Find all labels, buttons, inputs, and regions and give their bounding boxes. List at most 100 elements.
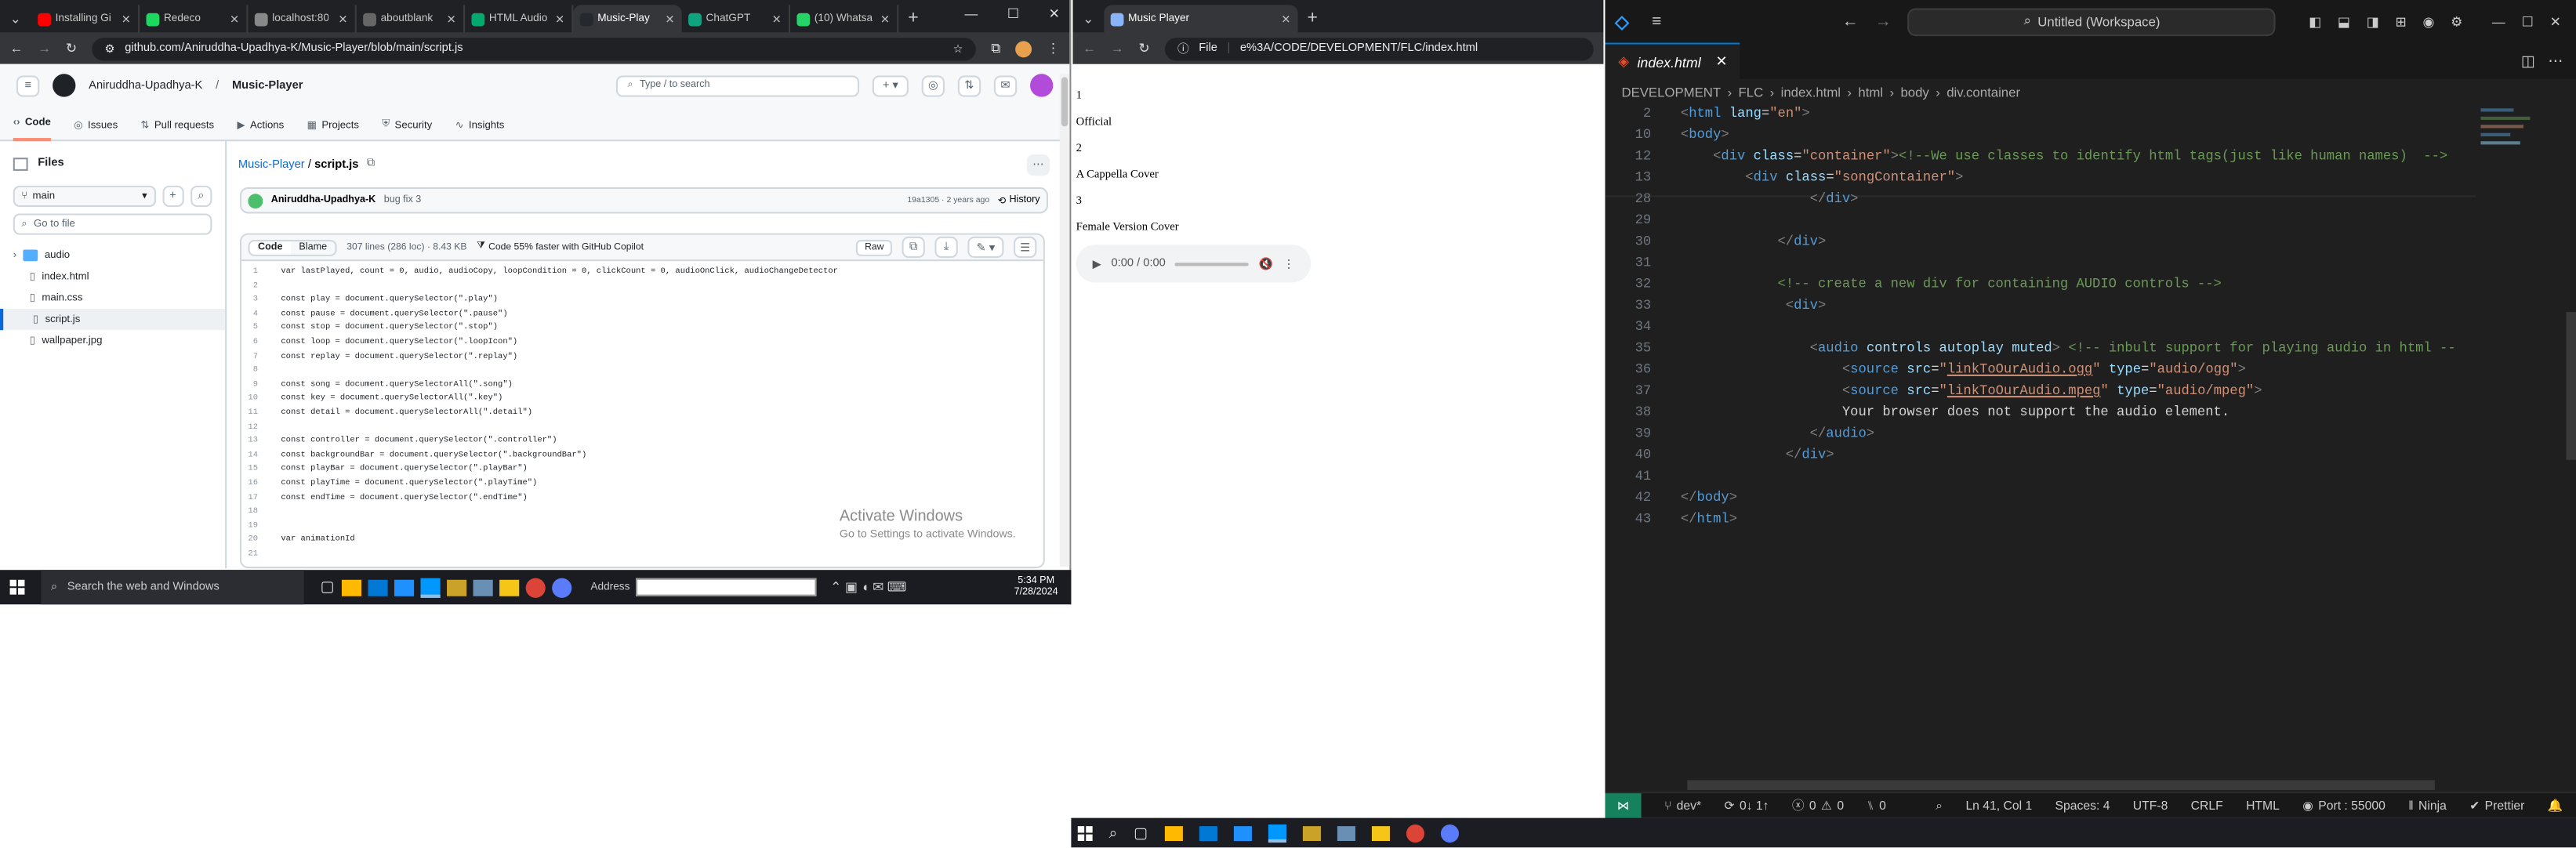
start-icon[interactable] xyxy=(1077,825,1093,840)
tab-pull-requests[interactable]: ⇅ Pull requests xyxy=(141,120,215,141)
blame-tab[interactable]: Blame xyxy=(290,241,336,254)
more-actions-icon[interactable]: ⋯ xyxy=(2548,52,2563,70)
tab-search-icon[interactable]: ⌄ xyxy=(1079,12,1104,33)
horizontal-scrollbar[interactable] xyxy=(1687,780,2435,791)
repo-name-link[interactable]: Music-Player xyxy=(232,80,303,92)
file-tree-item[interactable]: ▯ main.css xyxy=(0,288,225,309)
branch-select[interactable]: ⑂ main ▾ xyxy=(13,185,156,208)
code-tab[interactable]: Code xyxy=(249,241,291,254)
inbox-icon[interactable]: ✉ xyxy=(993,74,1018,96)
editor-line[interactable]: 29 xyxy=(1605,213,2459,234)
file-tree-item[interactable]: ▯ script.js xyxy=(0,308,226,331)
taskbar-search-box[interactable]: ⌕ Search the web and Windows xyxy=(41,570,304,605)
chrome-icon[interactable] xyxy=(524,577,545,597)
tab-search-icon[interactable]: ⌄ xyxy=(6,12,31,33)
tab-0[interactable]: Installing Gi ✕ xyxy=(31,5,140,33)
terminal-icon[interactable] xyxy=(472,578,492,596)
toggle-panel-icon[interactable]: ⬓ xyxy=(2338,14,2350,29)
task-view-icon[interactable]: ▢ xyxy=(1134,824,1148,842)
editor-line[interactable]: 42 </body> xyxy=(1605,491,2459,513)
close-tab-icon[interactable]: ✕ xyxy=(1716,53,1728,71)
close-tab-icon[interactable]: ✕ xyxy=(880,13,890,26)
site-info-icon[interactable]: ⚙ xyxy=(105,42,115,56)
clock-time[interactable]: 5:34 PM xyxy=(1014,576,1058,588)
file-tree-item[interactable]: ▯ wallpaper.jpg xyxy=(0,330,225,351)
hamburger-icon[interactable]: ≡ xyxy=(16,74,40,96)
app-icon[interactable] xyxy=(446,578,466,596)
editor-line[interactable]: 13 <div class="songContainer"> xyxy=(1605,171,2459,192)
download-icon[interactable]: ⤓ xyxy=(934,236,958,259)
toggle-secondary-sidebar-icon[interactable]: ◨ xyxy=(2367,14,2379,29)
tab-code[interactable]: ‹› Code xyxy=(13,117,51,142)
breadcrumb-item[interactable]: html xyxy=(1858,85,1883,100)
toggle-sidebar-icon[interactable]: ◧ xyxy=(2309,14,2321,29)
app-icon[interactable] xyxy=(1301,825,1321,840)
notes-icon[interactable] xyxy=(393,578,414,596)
user-avatar[interactable] xyxy=(1030,74,1054,97)
file-tree-item[interactable]: › audio xyxy=(0,245,225,266)
editor-line[interactable]: 34 xyxy=(1605,321,2459,342)
search-files-button[interactable]: ⌕ xyxy=(190,185,212,208)
menu-icon[interactable]: ⋮ xyxy=(1047,41,1060,56)
new-tab-button[interactable]: + xyxy=(898,5,929,33)
omnibox-2[interactable]: ⓘ File | e%3A/CODE/DEVELOPMENT/FLC/index… xyxy=(1164,37,1594,60)
add-file-button[interactable]: + xyxy=(161,185,184,208)
tab-3[interactable]: aboutblank ✕ xyxy=(356,5,465,33)
breadcrumb-item[interactable]: DEVELOPMENT xyxy=(1621,85,1721,100)
tab-7[interactable]: (10) Whatsa ✕ xyxy=(789,5,898,33)
prettier-status[interactable]: ✔ Prettier xyxy=(2469,799,2524,814)
repo-owner-link[interactable]: Aniruddha-Upadhya-K xyxy=(89,80,202,92)
editor-scrollbar[interactable] xyxy=(2566,312,2576,460)
play-icon[interactable]: ▶ xyxy=(1093,257,1101,270)
github-search-input[interactable]: ⌕ Type / to search xyxy=(615,74,860,96)
raw-button[interactable]: Raw xyxy=(856,238,892,255)
search-icon[interactable]: ⌕ xyxy=(1109,824,1118,842)
breadcrumb-item[interactable]: div.container xyxy=(1947,85,2020,100)
editor-line[interactable]: 38 Your browser does not support the aud… xyxy=(1605,406,2459,427)
create-new-button[interactable]: + ▾ xyxy=(872,74,909,96)
address-input[interactable] xyxy=(636,578,818,596)
editor-line[interactable]: 37 <source src="linkToOurAudio.mpeg" typ… xyxy=(1605,384,2459,405)
symbols-icon[interactable]: ☰ xyxy=(1014,236,1037,259)
clock-date[interactable]: 7/28/2024 xyxy=(1014,587,1058,599)
breadcrumb-item[interactable]: FLC xyxy=(1739,85,1764,100)
tab-issues[interactable]: ◎ Issues xyxy=(74,120,118,141)
tab-2[interactable]: localhost:80 ✕ xyxy=(248,5,357,33)
tab-index-html[interactable]: ◈ index.html ✕ xyxy=(1605,42,1741,79)
breadcrumb-item[interactable]: body xyxy=(1900,85,1928,100)
mute-icon[interactable]: 🔇 xyxy=(1259,257,1273,270)
collapse-panel-icon[interactable] xyxy=(13,157,28,170)
file-tree-item[interactable]: ▯ index.html xyxy=(0,266,225,288)
live-server-port[interactable]: ◉ Port : 55000 xyxy=(2302,799,2386,814)
close-tab-icon[interactable]: ✕ xyxy=(665,13,674,26)
close-tab-icon[interactable]: ✕ xyxy=(1281,13,1290,26)
editor-line[interactable]: 40 </div> xyxy=(1605,448,2459,469)
bookmark-star-icon[interactable]: ☆ xyxy=(953,42,963,56)
commit-author[interactable]: Aniruddha-Upadhya-K xyxy=(271,195,376,205)
chrome-profile-icon[interactable] xyxy=(551,577,571,597)
remote-icon[interactable]: ⋈ xyxy=(1605,792,1642,819)
tab-6[interactable]: ChatGPT ✕ xyxy=(681,5,790,33)
tab-projects[interactable]: ▦ Projects xyxy=(307,120,359,141)
go-to-file-input[interactable]: ⌕ Go to file xyxy=(13,213,212,235)
git-sync[interactable]: ⟳ 0↓ 1↑ xyxy=(1724,799,1769,814)
menu-icon[interactable]: ≡ xyxy=(1652,13,1661,31)
maximize-icon[interactable]: ☐ xyxy=(2522,14,2534,29)
audio-more-icon[interactable]: ⋮ xyxy=(1283,257,1295,270)
back-icon[interactable]: ← xyxy=(1842,13,1859,31)
copy-path-icon[interactable]: ⧉ xyxy=(367,158,375,171)
minimize-icon[interactable]: — xyxy=(964,6,978,21)
new-tab-button[interactable]: + xyxy=(1297,5,1328,33)
editor-line[interactable]: 10 <body> xyxy=(1605,128,2459,149)
settings-gear-icon[interactable]: ⚙ xyxy=(2451,14,2462,29)
git-branch[interactable]: ⑂ dev* xyxy=(1664,799,1701,814)
scrollbar-thumb[interactable] xyxy=(1061,77,1068,127)
close-icon[interactable]: ✕ xyxy=(1049,6,1060,21)
edit-icon[interactable]: ✎ ▾ xyxy=(967,236,1004,259)
reload-icon[interactable]: ↻ xyxy=(1138,41,1149,56)
ports-indicator[interactable]: ⑊ 0 xyxy=(1867,799,1885,814)
file-explorer-icon[interactable] xyxy=(499,578,519,596)
editor-line[interactable]: 32 <!-- create a new div for containing … xyxy=(1605,277,2459,299)
minimap[interactable] xyxy=(2480,103,2547,169)
commit-message[interactable]: bug fix 3 xyxy=(384,195,422,205)
